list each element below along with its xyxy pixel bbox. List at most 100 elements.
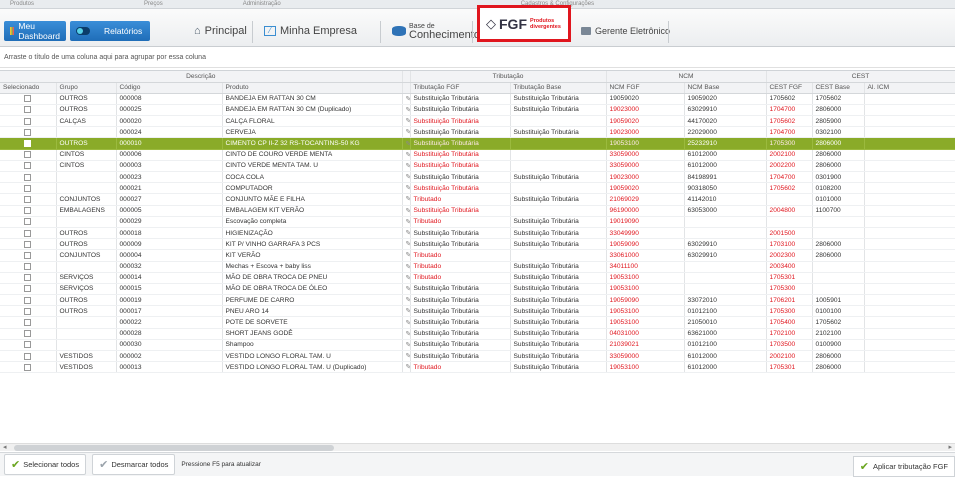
table-row[interactable]: 000021COMPUTADOR✎Substituição Tributária… [0,182,955,195]
pencil-icon[interactable]: ✎ [406,207,410,215]
row-checkbox[interactable] [24,128,32,136]
row-checkbox[interactable] [24,263,32,271]
pencil-icon[interactable]: ✎ [406,307,410,315]
pencil-icon[interactable]: ✎ [406,195,410,203]
row-checkbox[interactable] [24,117,32,125]
row-checkbox[interactable] [24,195,32,203]
table-row[interactable]: CINTOS000003CINTO VERDE MENTA TAM. U✎Sub… [0,160,955,173]
row-checkbox-cell[interactable] [0,216,57,228]
row-checkbox-cell[interactable] [0,93,57,105]
reports-button[interactable]: Relatórios [70,21,150,41]
table-row[interactable]: 000029Escovação completa✎TributadoSubsti… [0,216,955,228]
row-checkbox[interactable] [24,207,32,215]
scroll-thumb[interactable] [14,445,334,451]
scroll-right-icon[interactable]: ▸ [948,443,952,451]
pencil-icon[interactable]: ✎ [406,285,410,293]
row-checkbox[interactable] [24,140,32,148]
pencil-icon[interactable]: ✎ [406,319,410,327]
row-checkbox-cell[interactable] [0,328,57,340]
row-checkbox-cell[interactable] [0,294,57,307]
row-checkbox[interactable] [24,319,32,327]
row-checkbox[interactable] [24,363,32,371]
col-tributacao-base[interactable]: Tributação Base [510,82,607,94]
table-row[interactable]: 000024CERVEJA✎Substituição TributáriaSub… [0,126,955,139]
table-row[interactable]: OUTROS000008BANDEJA EM RATTAN 30 CM✎Subs… [0,93,955,105]
principal-button[interactable]: ⌂ Principal [188,21,253,41]
row-checkbox[interactable] [24,296,32,304]
row-checkbox[interactable] [24,184,32,192]
table-row[interactable]: CINTOS000006CINTO DE COURO VERDE MENTA✎S… [0,149,955,161]
row-checkbox-cell[interactable] [0,104,57,117]
minha-empresa-button[interactable]: ⁄ Minha Empresa [258,21,363,41]
dashboard-button[interactable]: Meu Dashboard [4,21,66,41]
row-checkbox[interactable] [24,274,32,282]
pencil-icon[interactable]: ✎ [406,251,410,259]
col-cest-base[interactable]: CEST Base [812,82,865,94]
table-row[interactable]: CONJUNTOS000004KIT VERÃO✎Tributado 330610… [0,249,955,262]
menu-precos[interactable]: Preços [134,0,173,8]
pencil-icon[interactable]: ✎ [406,95,410,103]
row-checkbox-cell[interactable] [0,305,57,318]
table-row[interactable]: 000022POTE DE SORVETE✎Substituição Tribu… [0,316,955,329]
pencil-icon[interactable]: ✎ [406,229,410,237]
row-checkbox-cell[interactable] [0,182,57,195]
row-checkbox-cell[interactable] [0,171,57,184]
pencil-icon[interactable]: ✎ [406,296,410,304]
pencil-icon[interactable]: ✎ [406,363,410,371]
pencil-icon[interactable]: ✎ [406,330,410,338]
row-checkbox-cell[interactable] [0,272,57,284]
menu-administracao[interactable]: Administração [233,0,291,8]
pencil-icon[interactable]: ✎ [406,128,410,136]
row-checkbox[interactable] [24,151,32,159]
row-checkbox[interactable] [24,307,32,315]
pencil-icon[interactable]: ✎ [406,274,410,282]
row-checkbox-cell[interactable] [0,193,57,206]
row-checkbox-cell[interactable] [0,149,57,161]
row-checkbox-cell[interactable] [0,160,57,173]
row-checkbox-cell[interactable] [0,238,57,251]
col-selecionado[interactable]: Selecionado [0,82,57,94]
select-all-button[interactable]: ✔ Selecionar todos [4,454,87,475]
row-checkbox[interactable] [24,251,32,259]
row-checkbox-cell[interactable] [0,227,57,240]
pencil-icon[interactable]: ✎ [406,184,410,192]
table-row[interactable]: EMBALAGENS000005EMBALAGEM KIT VERÃO✎Subs… [0,205,955,217]
pencil-icon[interactable]: ✎ [406,106,410,114]
scroll-left-icon[interactable]: ◂ [3,443,7,451]
row-checkbox-cell[interactable] [0,339,57,352]
table-row[interactable]: 000032Mechas + Escova + baby liss✎Tribut… [0,261,955,273]
table-row[interactable]: 000028SHORT JEANS GODÊ✎Substituição Trib… [0,328,955,340]
pencil-icon[interactable]: ✎ [406,151,410,159]
row-checkbox[interactable] [24,352,32,360]
pencil-icon[interactable]: ✎ [406,218,410,226]
row-checkbox[interactable] [24,285,32,293]
row-checkbox-cell[interactable] [0,261,57,273]
row-checkbox[interactable] [24,330,32,338]
table-row[interactable]: CALÇAS000020CALÇA FLORAL✎Substituição Tr… [0,115,955,128]
row-checkbox[interactable] [24,173,32,181]
table-row[interactable]: OUTROS000018HIGIENIZAÇÃO✎Substituição Tr… [0,227,955,240]
row-checkbox[interactable] [24,106,32,114]
table-row[interactable]: SERVIÇOS000015MÃO DE OBRA TROCA DE ÓLEO✎… [0,283,955,296]
pencil-icon[interactable]: ✎ [406,173,410,181]
table-row[interactable]: OUTROS000017PNEU ARO 14✎Substituição Tri… [0,305,955,318]
pencil-icon[interactable]: ✎ [406,117,410,125]
col-al-icm[interactable]: Al. ICM [864,82,955,94]
row-checkbox-cell[interactable] [0,350,57,363]
table-row[interactable]: VESTIDOS 000013 VESTIDO LONGO FLORAL TAM. … [0,361,955,374]
pencil-icon[interactable]: ✎ [406,140,410,148]
row-checkbox[interactable] [24,218,32,226]
table-row[interactable]: OUTROS 000025 BANDEJA EM RATTAN 30 CM (Dup… [0,104,955,117]
table-row[interactable]: VESTIDOS 000002 VESTIDO LONGO FLORAL TAM. … [0,350,955,363]
row-checkbox-cell[interactable] [0,316,57,329]
row-checkbox[interactable] [24,341,32,349]
col-codigo[interactable]: Código [116,82,223,94]
group-by-drop-area[interactable]: Arraste o título de uma coluna aqui para… [0,48,955,68]
row-checkbox-cell[interactable] [0,283,57,296]
col-ncm-base[interactable]: NCM Base [684,82,767,94]
col-grupo[interactable]: Grupo [56,82,117,94]
col-produto[interactable]: Produto [222,82,403,94]
row-checkbox-cell[interactable] [0,249,57,262]
pencil-icon[interactable]: ✎ [406,162,410,170]
table-row[interactable]: OUTROS 000010 CIMENTO CP II-Z 32 RS-TOCANT… [0,137,955,150]
